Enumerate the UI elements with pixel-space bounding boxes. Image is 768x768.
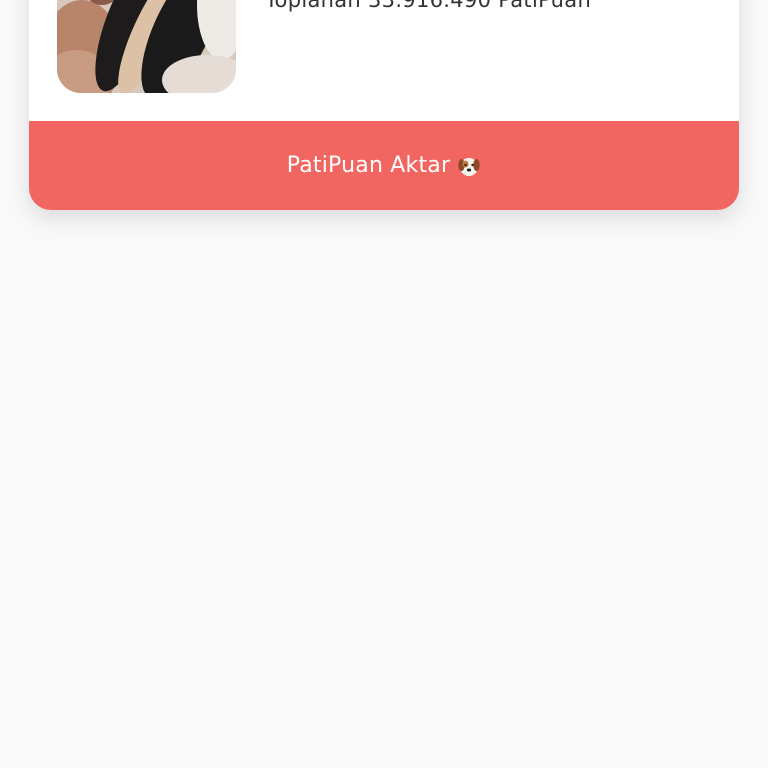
card-body: Toplanan 33.916.490 PatiPuan bbox=[29, 0, 739, 121]
puppies-image bbox=[57, 0, 236, 93]
transfer-patipuan-button[interactable]: PatiPuan Aktar bbox=[29, 121, 739, 210]
campaign-card: Toplanan 33.916.490 PatiPuan PatiPuan Ak… bbox=[29, 0, 739, 210]
transfer-patipuan-label: PatiPuan Aktar bbox=[286, 153, 451, 178]
collected-points-text: Toplanan 33.916.490 PatiPuan bbox=[265, 0, 592, 12]
dog-face-icon bbox=[457, 154, 481, 178]
screen: Toplanan 33.916.490 PatiPuan PatiPuan Ak… bbox=[0, 0, 768, 768]
campaign-thumbnail bbox=[57, 0, 236, 93]
